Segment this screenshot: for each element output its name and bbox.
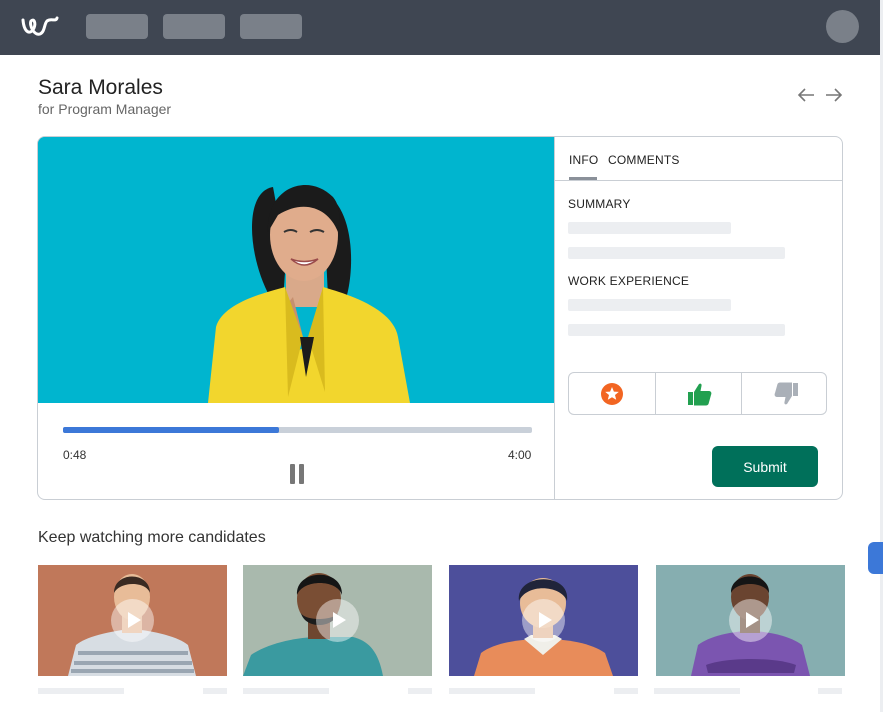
current-time: 0:48 xyxy=(63,448,87,462)
candidate-name: Sara Morales xyxy=(38,76,163,99)
rating-buttons xyxy=(568,372,827,415)
play-icon[interactable] xyxy=(522,599,565,642)
summary-line-1 xyxy=(568,222,731,234)
info-tabs: INFO COMMENTS xyxy=(555,137,842,181)
top-navigation-bar xyxy=(0,0,880,55)
arrow-left-icon[interactable] xyxy=(795,84,817,106)
nav-item-2[interactable] xyxy=(163,14,225,39)
star-badge-icon xyxy=(601,383,623,405)
play-icon[interactable] xyxy=(316,599,359,642)
nav-item-1[interactable] xyxy=(86,14,148,39)
video-player[interactable] xyxy=(38,137,554,403)
candidate-role: for Program Manager xyxy=(38,101,172,117)
candidate-video-frame xyxy=(38,137,554,403)
active-tab-indicator xyxy=(569,177,597,180)
submit-button[interactable]: Submit xyxy=(712,446,818,487)
tab-info[interactable]: INFO xyxy=(569,153,598,167)
thumbnail-caption-placeholder xyxy=(818,688,842,694)
tab-comments[interactable]: COMMENTS xyxy=(608,153,680,167)
play-icon[interactable] xyxy=(111,599,154,642)
candidate-info-panel: INFO COMMENTS SUMMARY WORK EXPERIENCE Su… xyxy=(554,137,842,499)
summary-line-2 xyxy=(568,247,785,259)
thumbs-up-icon xyxy=(688,383,712,406)
thumbs-down-button[interactable] xyxy=(741,373,827,414)
video-progress-bar[interactable] xyxy=(63,427,532,433)
total-time: 4:00 xyxy=(508,448,532,462)
pause-icon[interactable] xyxy=(286,462,308,486)
star-rating-button[interactable] xyxy=(569,373,655,414)
candidate-thumbnail-1[interactable] xyxy=(38,565,227,676)
logo-icon[interactable] xyxy=(20,12,60,40)
user-avatar[interactable] xyxy=(826,10,859,43)
work-line-2 xyxy=(568,324,785,336)
summary-heading: SUMMARY xyxy=(568,197,631,211)
video-progress-fill xyxy=(63,427,279,433)
thumbnail-caption-placeholder xyxy=(449,688,535,694)
feedback-side-tab[interactable] xyxy=(868,542,883,574)
candidate-thumbnail-2[interactable] xyxy=(243,565,432,676)
candidate-thumbnail-3[interactable] xyxy=(449,565,638,676)
more-candidates-heading: Keep watching more candidates xyxy=(38,529,266,546)
thumbnail-caption-placeholder xyxy=(654,688,740,694)
candidate-card: 0:48 4:00 INFO COMMENTS SUMMARY WORK EXP… xyxy=(37,136,843,500)
thumbnail-caption-placeholder xyxy=(38,688,124,694)
thumbs-up-button[interactable] xyxy=(655,373,741,414)
play-icon[interactable] xyxy=(729,599,772,642)
work-line-1 xyxy=(568,299,731,311)
thumbnail-caption-placeholder xyxy=(203,688,227,694)
arrow-right-icon[interactable] xyxy=(823,84,845,106)
candidate-thumbnail-4[interactable] xyxy=(656,565,845,676)
thumbnail-caption-placeholder xyxy=(243,688,329,694)
thumbnail-caption-placeholder xyxy=(614,688,638,694)
nav-item-3[interactable] xyxy=(240,14,302,39)
thumbnail-caption-placeholder xyxy=(408,688,432,694)
thumbs-down-icon xyxy=(774,382,798,405)
work-experience-heading: WORK EXPERIENCE xyxy=(568,274,690,288)
